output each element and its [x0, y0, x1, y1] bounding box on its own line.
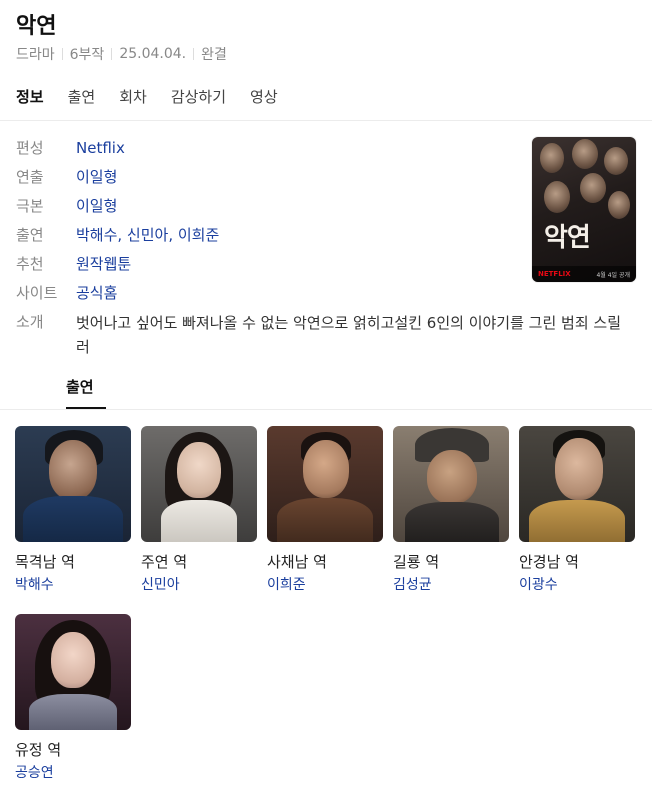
tab-info[interactable]: 정보	[16, 86, 44, 117]
poster-face	[544, 181, 570, 213]
poster-footer: NETFLIX 4월 4일 공개	[532, 266, 636, 282]
tab-watch[interactable]: 감상하기	[171, 86, 226, 117]
cast-card[interactable]: 사채남 역 이희준	[267, 426, 383, 594]
tab-bar: 정보 출연 회차 감상하기 영상	[16, 86, 302, 117]
network-link[interactable]: Netflix	[76, 139, 125, 157]
synopsis-text: 벗어나고 싶어도 빠져나올 수 없는 악연으로 얽히고설킨 6인의 이야기를 그…	[76, 314, 621, 356]
cast-actor-link[interactable]: 이희준	[267, 574, 383, 594]
cast-actor-link[interactable]: 공승연	[15, 762, 131, 782]
cast-role: 안경남 역	[519, 553, 579, 571]
info-label: 출연	[16, 226, 44, 244]
cast-role: 주연 역	[141, 553, 188, 571]
poster-date: 4월 4일 공개	[596, 271, 630, 279]
director-link[interactable]: 이일형	[76, 168, 117, 186]
tab-video[interactable]: 영상	[250, 86, 278, 117]
poster-face	[604, 147, 628, 175]
tab-cast[interactable]: 출연	[68, 86, 96, 117]
info-label: 편성	[16, 139, 44, 157]
netflix-logo: NETFLIX	[538, 270, 571, 278]
meta-episodes: 6부작	[69, 47, 105, 63]
cast-role: 길룡 역	[393, 553, 440, 571]
meta-status: 완결	[201, 47, 227, 63]
cast-photo[interactable]	[141, 426, 257, 542]
cast-card[interactable]: 유정 역 공승연	[15, 614, 131, 782]
poster-face	[572, 139, 598, 169]
meta-divider	[61, 48, 63, 60]
cast-actor-link[interactable]: 김성균	[393, 574, 509, 594]
info-label: 추천	[16, 255, 44, 273]
meta-divider	[111, 48, 113, 60]
cast-photo[interactable]	[267, 426, 383, 542]
meta-genre: 드라마	[16, 47, 55, 63]
meta-divider	[193, 48, 195, 60]
cast-section-divider	[0, 409, 652, 410]
cast-actor-link[interactable]: 이광수	[519, 574, 635, 594]
cast-card[interactable]: 안경남 역 이광수	[519, 426, 635, 594]
info-label: 연출	[16, 168, 44, 186]
cast-photo[interactable]	[393, 426, 509, 542]
info-label: 사이트	[16, 284, 58, 302]
poster-face	[540, 143, 564, 173]
poster-title-art: 악연	[544, 223, 591, 253]
cast-card[interactable]: 목격남 역 박해수	[15, 426, 131, 594]
info-row-site: 사이트 공식홈	[16, 282, 636, 311]
tab-episodes[interactable]: 회차	[119, 86, 147, 117]
info-label: 극본	[16, 197, 44, 215]
original-webtoon-link[interactable]: 원작웹툰	[76, 255, 131, 273]
page-title: 악연	[16, 14, 57, 39]
cast-card[interactable]: 주연 역 신민아	[141, 426, 257, 594]
cast-photo[interactable]	[15, 426, 131, 542]
cast-role: 목격남 역	[15, 553, 75, 571]
cast-role: 사채남 역	[267, 553, 327, 571]
cast-section-tab[interactable]: 출연	[66, 376, 94, 397]
tab-divider	[0, 120, 652, 121]
meta-line: 드라마 6부작 25.04.04. 완결	[16, 44, 227, 64]
cast-actor-link[interactable]: 박해수	[15, 574, 131, 594]
official-site-link[interactable]: 공식홈	[76, 284, 117, 302]
cast-card[interactable]: 길룡 역 김성균	[393, 426, 509, 594]
cast-photo[interactable]	[519, 426, 635, 542]
cast-actor-link[interactable]: 신민아	[141, 574, 257, 594]
meta-date: 25.04.04.	[119, 46, 187, 62]
poster-image[interactable]: 악연 NETFLIX 4월 4일 공개	[532, 137, 636, 282]
cast-link[interactable]: 박해수, 신민아, 이희준	[76, 226, 219, 244]
poster-face	[608, 191, 630, 219]
info-label: 소개	[16, 313, 44, 331]
poster-face	[580, 173, 606, 203]
cast-role: 유정 역	[15, 741, 62, 759]
cast-photo[interactable]	[15, 614, 131, 730]
writer-link[interactable]: 이일형	[76, 197, 117, 215]
info-row-synopsis: 소개 벗어나고 싶어도 빠져나올 수 없는 악연으로 얽히고설킨 6인의 이야기…	[16, 311, 636, 359]
